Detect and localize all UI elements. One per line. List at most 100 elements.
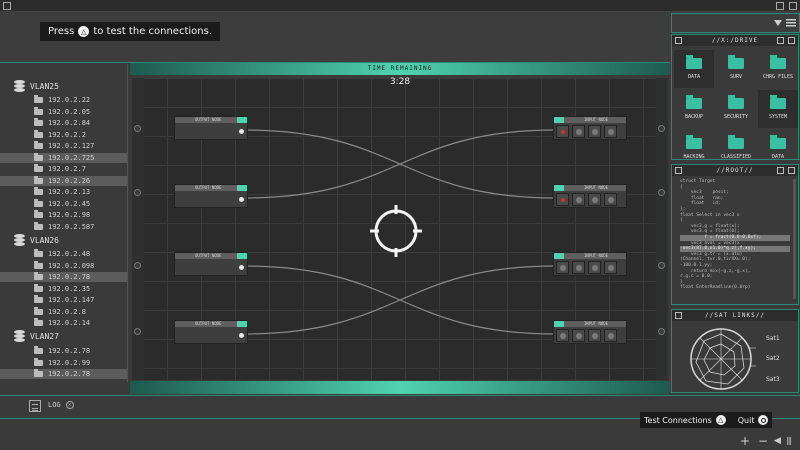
sat-link-3[interactable]: Sat3 bbox=[766, 376, 780, 383]
input-port-active[interactable] bbox=[556, 125, 569, 138]
drive-panel: //X:/DRIVE DATA SURV CHRG FILES BACKUP SECUR… bbox=[671, 34, 799, 160]
quit-label[interactable]: Quit bbox=[738, 416, 755, 425]
input-slot[interactable] bbox=[588, 329, 601, 342]
panel-window-icon bbox=[675, 37, 682, 44]
input-node[interactable]: INPUT NODE bbox=[553, 184, 627, 208]
drive-folder[interactable]: DATA bbox=[758, 130, 798, 168]
drive-folder[interactable]: SURV bbox=[716, 50, 756, 88]
output-node[interactable]: OUTPUT NODE bbox=[174, 320, 248, 344]
node-tab bbox=[554, 117, 564, 123]
drive-title-text: //X:/DRIVE bbox=[711, 37, 759, 44]
node-tab bbox=[237, 117, 247, 123]
triangle-button-icon[interactable]: △ bbox=[715, 415, 726, 425]
panel-restore-icon[interactable] bbox=[777, 167, 784, 174]
drive-folder-grid: DATA SURV CHRG FILES BACKUP SECURITY SYSTEM HA… bbox=[672, 46, 798, 172]
panel-restore-icon[interactable] bbox=[777, 37, 784, 44]
folder-icon bbox=[728, 135, 744, 149]
drive-panel-title: //X:/DRIVE bbox=[672, 35, 798, 46]
panel-window-icon bbox=[675, 167, 682, 174]
volume-bars-icon[interactable]: ||| bbox=[786, 435, 792, 447]
crosshair-reticle-icon[interactable] bbox=[370, 205, 422, 257]
code-view[interactable]: struct Target{ vec3 posit; float ran; fl… bbox=[672, 176, 798, 296]
circle-button-icon[interactable] bbox=[758, 415, 769, 425]
test-connections-label[interactable]: Test Connections bbox=[644, 416, 712, 425]
drive-folder[interactable]: SECURITY bbox=[716, 90, 756, 128]
input-slot[interactable] bbox=[556, 329, 569, 342]
root-panel-title: //ROOT// bbox=[672, 165, 798, 176]
input-slot[interactable] bbox=[588, 261, 601, 274]
output-node[interactable]: OUTPUT NODE bbox=[174, 252, 248, 276]
output-port[interactable] bbox=[239, 129, 244, 134]
drive-folder-label: SURV bbox=[729, 74, 743, 80]
folder-icon bbox=[770, 55, 786, 69]
drive-folder[interactable]: HACKING bbox=[674, 130, 714, 168]
drive-folder[interactable]: CLASSIFIED bbox=[716, 130, 756, 168]
input-slot[interactable] bbox=[572, 193, 585, 206]
back-icon[interactable]: ◀ bbox=[774, 435, 781, 447]
drive-folder-label: BACKUP bbox=[684, 114, 704, 120]
folder-icon bbox=[728, 55, 744, 69]
input-slot[interactable] bbox=[572, 125, 585, 138]
sat-link-2[interactable]: Sat2 bbox=[766, 355, 780, 362]
folder-icon bbox=[686, 135, 702, 149]
input-slot[interactable] bbox=[588, 193, 601, 206]
folder-icon bbox=[686, 95, 702, 109]
output-port[interactable] bbox=[239, 265, 244, 270]
output-node[interactable]: OUTPUT NODE bbox=[174, 116, 248, 140]
drive-folder[interactable]: CHRG FILES bbox=[758, 50, 798, 88]
input-slot[interactable] bbox=[572, 261, 585, 274]
folder-icon bbox=[686, 55, 702, 69]
input-slot[interactable] bbox=[556, 261, 569, 274]
node-tab bbox=[237, 185, 247, 191]
root-panel: //ROOT// struct Target{ vec3 posit; floa… bbox=[671, 164, 799, 305]
sat-link-1[interactable]: Sat1 bbox=[766, 335, 780, 342]
input-port-active[interactable] bbox=[556, 193, 569, 206]
drive-folder-label: HACKING bbox=[683, 154, 705, 160]
input-slot[interactable] bbox=[604, 193, 617, 206]
log-tab[interactable]: LOG ✕ bbox=[48, 401, 74, 409]
action-prompt: Test Connections △ Quit bbox=[640, 412, 773, 428]
input-node-label: INPUT NODE bbox=[554, 321, 626, 327]
log-list-icon[interactable] bbox=[29, 400, 41, 412]
input-slot[interactable] bbox=[604, 329, 617, 342]
sat-panel-title: //SAT LINKS// bbox=[672, 310, 798, 321]
node-tab bbox=[554, 253, 564, 259]
input-node-label: INPUT NODE bbox=[554, 117, 626, 123]
panel-close-icon[interactable] bbox=[788, 37, 795, 44]
folder-icon bbox=[728, 95, 744, 109]
panel-window-icon bbox=[675, 312, 682, 319]
triangle-down-icon[interactable] bbox=[774, 20, 782, 26]
output-port[interactable] bbox=[239, 197, 244, 202]
input-node-label: INPUT NODE bbox=[554, 185, 626, 191]
input-slot[interactable] bbox=[588, 125, 601, 138]
zoom-out-icon[interactable]: − bbox=[758, 435, 768, 447]
drive-folder-label: CHRG FILES bbox=[762, 74, 794, 80]
input-node[interactable]: INPUT NODE bbox=[553, 116, 627, 140]
drive-folder[interactable]: DATA bbox=[674, 50, 714, 88]
log-close-icon[interactable]: ✕ bbox=[65, 401, 74, 409]
folder-icon bbox=[770, 135, 786, 149]
input-slot[interactable] bbox=[604, 261, 617, 274]
drive-folder[interactable]: BACKUP bbox=[674, 90, 714, 128]
drive-folder-label: DATA bbox=[687, 74, 701, 80]
input-slot[interactable] bbox=[604, 125, 617, 138]
code-scrollbar[interactable] bbox=[793, 179, 796, 299]
root-title-text: //ROOT// bbox=[716, 167, 754, 174]
drive-folder-label: DATA bbox=[771, 154, 785, 160]
input-node-label: INPUT NODE bbox=[554, 253, 626, 259]
output-port[interactable] bbox=[239, 333, 244, 338]
right-panel-header bbox=[671, 13, 800, 33]
drive-folder-label: SYSTEM bbox=[768, 114, 788, 120]
node-tab bbox=[554, 321, 564, 327]
input-slot[interactable] bbox=[572, 329, 585, 342]
node-tab bbox=[237, 321, 247, 327]
drive-folder[interactable]: SYSTEM bbox=[758, 90, 798, 128]
hamburger-icon[interactable] bbox=[786, 19, 796, 27]
output-node[interactable]: OUTPUT NODE bbox=[174, 184, 248, 208]
zoom-in-icon[interactable]: + bbox=[740, 435, 750, 447]
folder-icon bbox=[770, 95, 786, 109]
input-node[interactable]: INPUT NODE bbox=[553, 320, 627, 344]
panel-close-icon[interactable] bbox=[788, 167, 795, 174]
input-node[interactable]: INPUT NODE bbox=[553, 252, 627, 276]
drive-folder-label: CLASSIFIED bbox=[720, 154, 752, 160]
